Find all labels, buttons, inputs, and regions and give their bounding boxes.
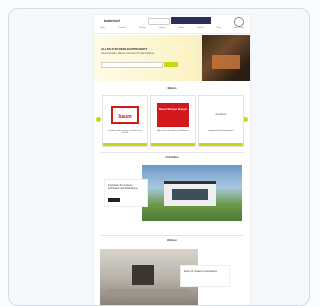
- nav-item[interactable]: Home: [100, 27, 105, 30]
- promo-text: Inspiration für moderne Architektur und …: [108, 184, 138, 190]
- hero-title: ALLES FÜR DEIN BAUPROJEKT: [101, 47, 148, 51]
- nav-item[interactable]: Blog: [217, 27, 221, 30]
- interior-text: Ideen für moderne Innenräume: [184, 270, 217, 273]
- brand-card[interactable]: Bauen Wohnen Energie Alles rund ums Baue…: [150, 95, 196, 147]
- nav-item[interactable]: Service: [159, 27, 166, 30]
- hero-search-input[interactable]: [101, 62, 163, 68]
- carousel-prev-icon[interactable]: [96, 117, 101, 122]
- brand-logo: baum: [111, 106, 139, 124]
- nav-item[interactable]: Mein Konto: [234, 27, 244, 30]
- divider: [100, 152, 244, 153]
- promo-button[interactable]: [108, 198, 120, 202]
- search-input[interactable]: [148, 18, 170, 25]
- header-banner[interactable]: [171, 17, 211, 24]
- card-accent: [103, 143, 147, 146]
- house-image: [142, 165, 242, 221]
- brand-card[interactable]: baum Produkte und Lösungen für Haus und …: [102, 95, 148, 147]
- nav-item[interactable]: Produkte: [118, 27, 126, 30]
- hero-image: [202, 35, 250, 81]
- website-preview[interactable]: bahnhof Home Produkte Marken Service Ide…: [94, 15, 250, 305]
- brand-logo: Bauen Wohnen Energie: [157, 103, 189, 127]
- nav-item[interactable]: Kontakt: [197, 27, 204, 30]
- hero-section: ALLES FÜR DEIN BAUPROJEKT Finde Produkte…: [94, 35, 250, 81]
- hero-subtitle: Finde Produkte, Marken und Ideen für dei…: [101, 53, 155, 55]
- divider: [100, 235, 244, 236]
- card-accent: [199, 143, 243, 146]
- account-icon[interactable]: [234, 17, 244, 27]
- nav-item[interactable]: Marken: [139, 27, 146, 30]
- main-nav: Home Produkte Marken Service Ideen Konta…: [100, 27, 244, 30]
- brand-desc: Produkte und Lösungen für Haus und Garte…: [108, 130, 142, 134]
- feature-promo: Inspiration für moderne Architektur und …: [104, 179, 148, 207]
- interior-promo: Ideen für moderne Innenräume: [180, 265, 230, 287]
- feature-title: Architektur: [165, 156, 179, 159]
- brand-desc: Ausgewählte Markenpartner: [208, 130, 234, 132]
- nav-item[interactable]: Ideen: [179, 27, 184, 30]
- brands-title: Marken: [167, 87, 177, 90]
- brand-logo: Anbieter: [215, 112, 227, 116]
- interior-title: Wohnen: [167, 239, 177, 242]
- hero-search-button[interactable]: [164, 62, 178, 67]
- card-accent: [151, 143, 195, 146]
- preview-card: bahnhof Home Produkte Marken Service Ide…: [8, 8, 310, 306]
- brand-card[interactable]: Anbieter Ausgewählte Markenpartner: [198, 95, 244, 147]
- header: bahnhof Home Produkte Marken Service Ide…: [94, 15, 250, 34]
- brand-desc: Alles rund ums Bauen und Wohnen: [157, 130, 189, 132]
- site-logo[interactable]: bahnhof: [104, 18, 120, 23]
